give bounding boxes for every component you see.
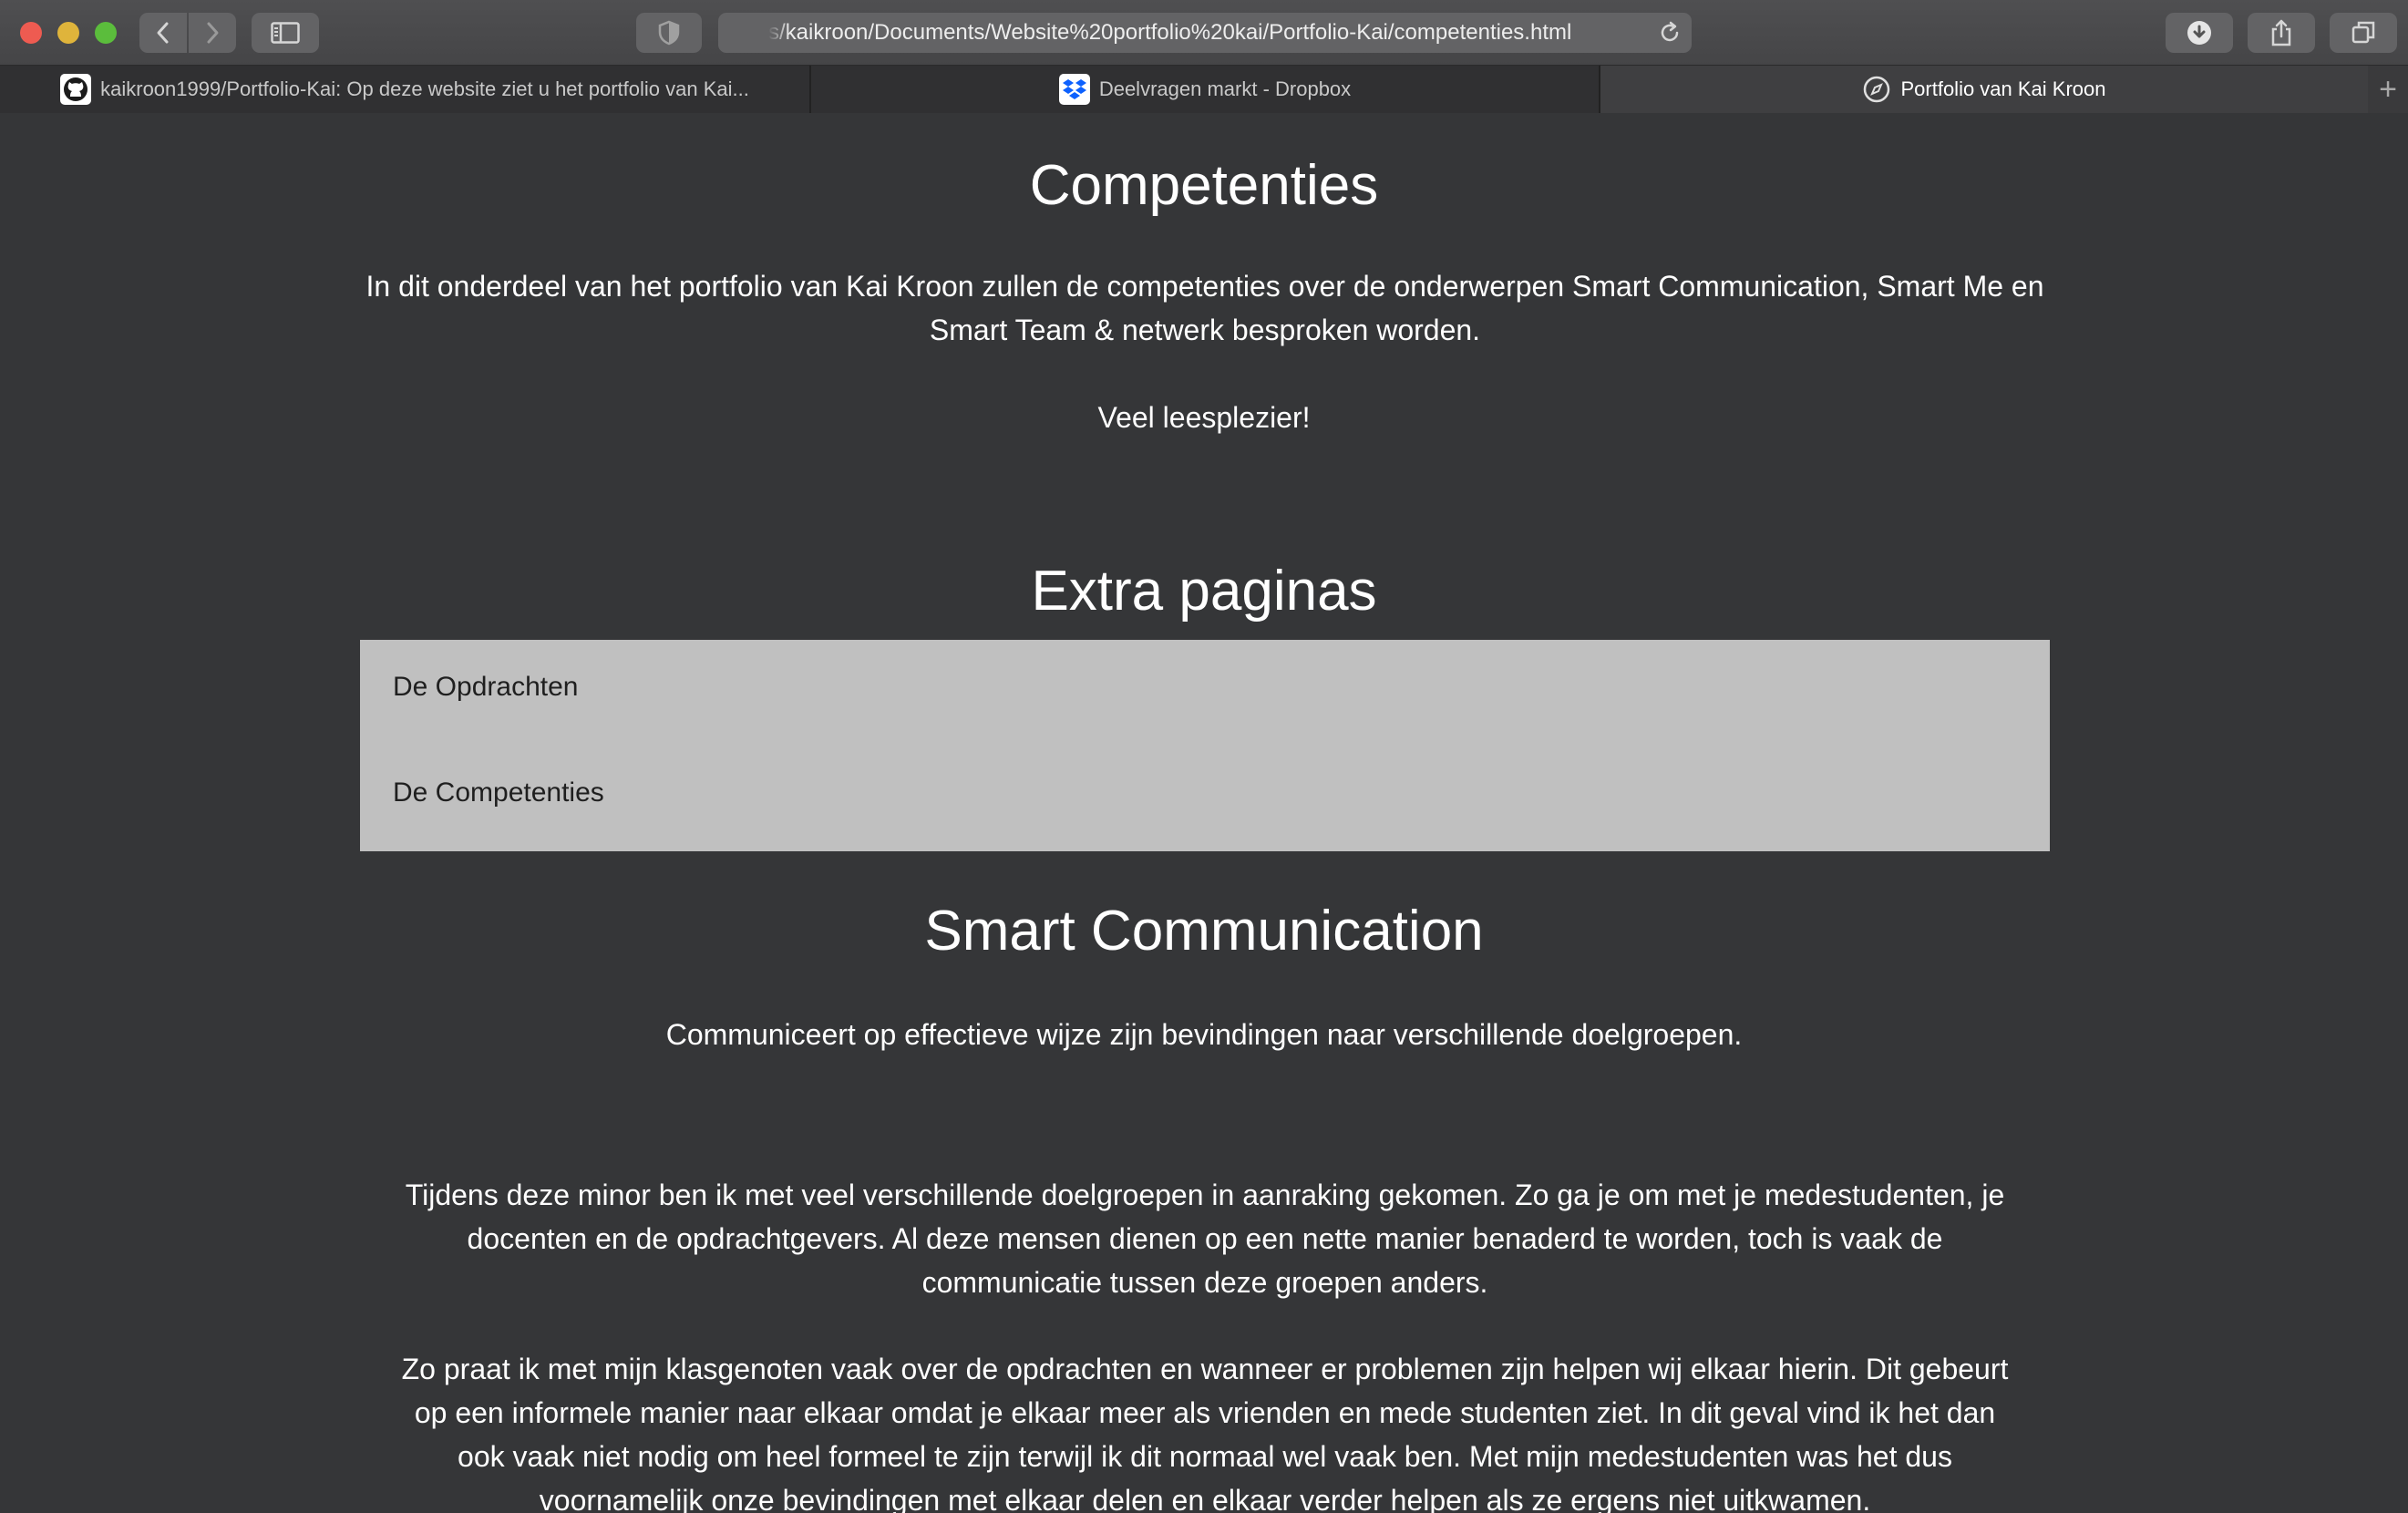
- dropbox-icon: [1058, 74, 1090, 105]
- tab-label: kaikroon1999/Portfolio-Kai: Op deze webs…: [100, 77, 749, 100]
- github-icon: [60, 74, 92, 105]
- url-fade: [768, 16, 790, 49]
- extra-pages-heading: Extra paginas: [1031, 560, 1377, 623]
- tab-overview-icon: [2351, 21, 2375, 44]
- page-title: Competenties: [1029, 154, 1379, 217]
- section-subtitle: Communiceert op effectieve wijze zijn be…: [665, 1018, 1743, 1051]
- paragraph-2: Zo praat ik met mijn klasgenoten vaak ov…: [401, 1353, 2009, 1513]
- sidebar-toggle-button[interactable]: [252, 13, 319, 53]
- nav-link-competenties[interactable]: De Competenties: [393, 777, 604, 808]
- close-window-button[interactable]: [20, 22, 42, 44]
- nav-link-opdrachten[interactable]: De Opdrachten: [393, 672, 578, 703]
- tab-label: Portfolio van Kai Kroon: [1900, 77, 2106, 100]
- tab-overview-button[interactable]: [2330, 13, 2397, 53]
- chevron-right-icon: [207, 22, 219, 44]
- chevron-left-icon: [157, 22, 169, 44]
- paragraph-1: Tijdens deze minor ben ik met veel versc…: [405, 1178, 2005, 1299]
- url-text[interactable]: s/kaikroon/Documents/Website%20portfolio…: [768, 13, 1671, 53]
- share-icon: [2271, 19, 2291, 46]
- privacy-report-button[interactable]: [636, 13, 702, 53]
- reload-icon[interactable]: [1657, 20, 1683, 46]
- extra-pages-nav: De Opdrachten De Competenties: [360, 640, 2050, 851]
- zoom-window-button[interactable]: [95, 22, 117, 44]
- forward-button[interactable]: [189, 13, 236, 53]
- compass-icon: [1864, 76, 1890, 103]
- share-button[interactable]: [2248, 13, 2315, 53]
- page-content: Competenties In dit onderdeel van het po…: [0, 113, 2408, 1513]
- tab-portfolio[interactable]: Portfolio van Kai Kroon: [1600, 66, 2368, 113]
- browser-toolbar: s/kaikroon/Documents/Website%20portfolio…: [0, 0, 2408, 66]
- greeting-text: Veel leesplezier!: [1097, 401, 1311, 434]
- intro-text: In dit onderdeel van het portfolio van K…: [365, 270, 2044, 346]
- shield-icon: [658, 20, 680, 46]
- minimize-window-button[interactable]: [57, 22, 79, 44]
- address-bar[interactable]: s/kaikroon/Documents/Website%20portfolio…: [718, 13, 1692, 53]
- tab-label: Deelvragen markt - Dropbox: [1098, 77, 1352, 100]
- download-icon: [2187, 21, 2211, 45]
- tab-github[interactable]: kaikroon1999/Portfolio-Kai: Op deze webs…: [0, 66, 809, 113]
- tab-dropbox[interactable]: Deelvragen markt - Dropbox: [811, 66, 1599, 113]
- downloads-button[interactable]: [2166, 13, 2233, 53]
- back-button[interactable]: [139, 13, 187, 53]
- new-tab-button[interactable]: +: [2368, 66, 2408, 113]
- tab-bar: kaikroon1999/Portfolio-Kai: Op deze webs…: [0, 66, 2408, 113]
- section-title: Smart Communication: [924, 900, 1484, 962]
- sidebar-icon: [271, 22, 300, 44]
